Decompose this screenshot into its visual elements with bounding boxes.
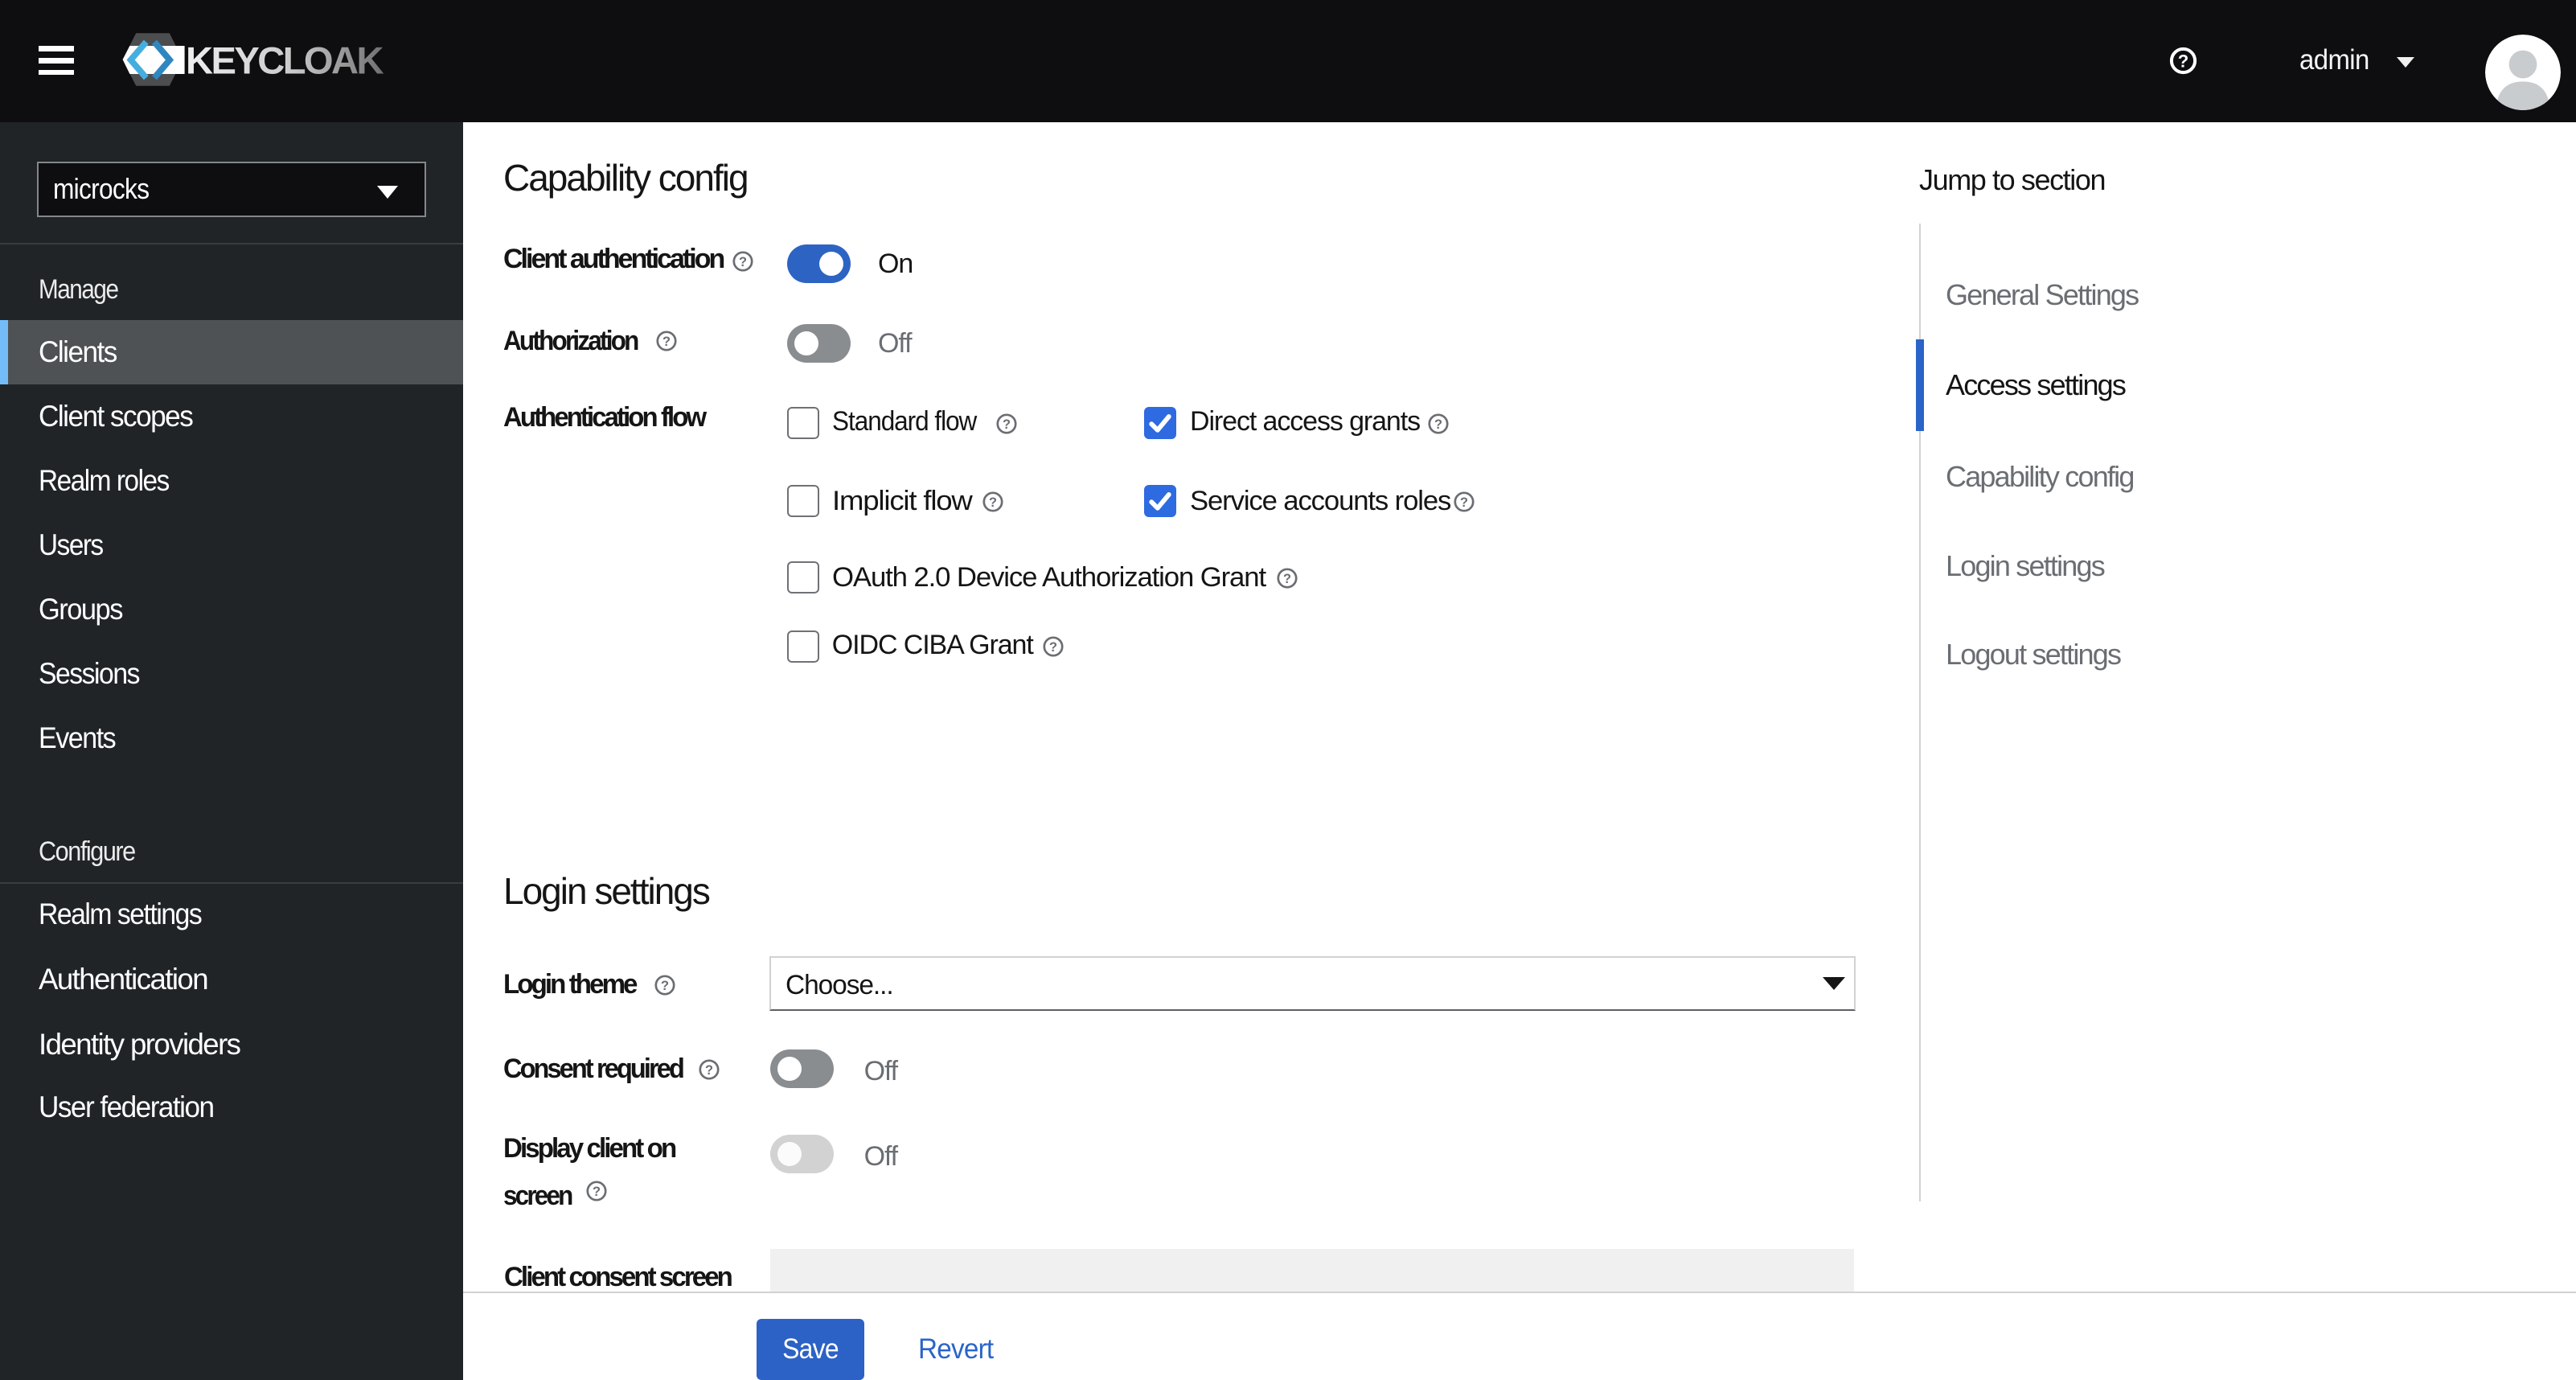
svg-text:?: ? xyxy=(2178,51,2188,72)
svg-text:?: ? xyxy=(1460,495,1468,510)
svg-text:?: ? xyxy=(705,1063,713,1078)
svg-text:?: ? xyxy=(1003,417,1011,432)
svg-text:?: ? xyxy=(1049,640,1057,655)
svg-text:?: ? xyxy=(662,335,671,349)
svg-text:?: ? xyxy=(1283,572,1291,586)
svg-text:?: ? xyxy=(989,495,997,510)
svg-text:?: ? xyxy=(661,978,669,992)
svg-text:?: ? xyxy=(1434,417,1442,432)
svg-text:?: ? xyxy=(739,254,747,269)
svg-text:?: ? xyxy=(593,1185,601,1199)
svg-text:KEYCLOAK: KEYCLOAK xyxy=(186,40,384,83)
